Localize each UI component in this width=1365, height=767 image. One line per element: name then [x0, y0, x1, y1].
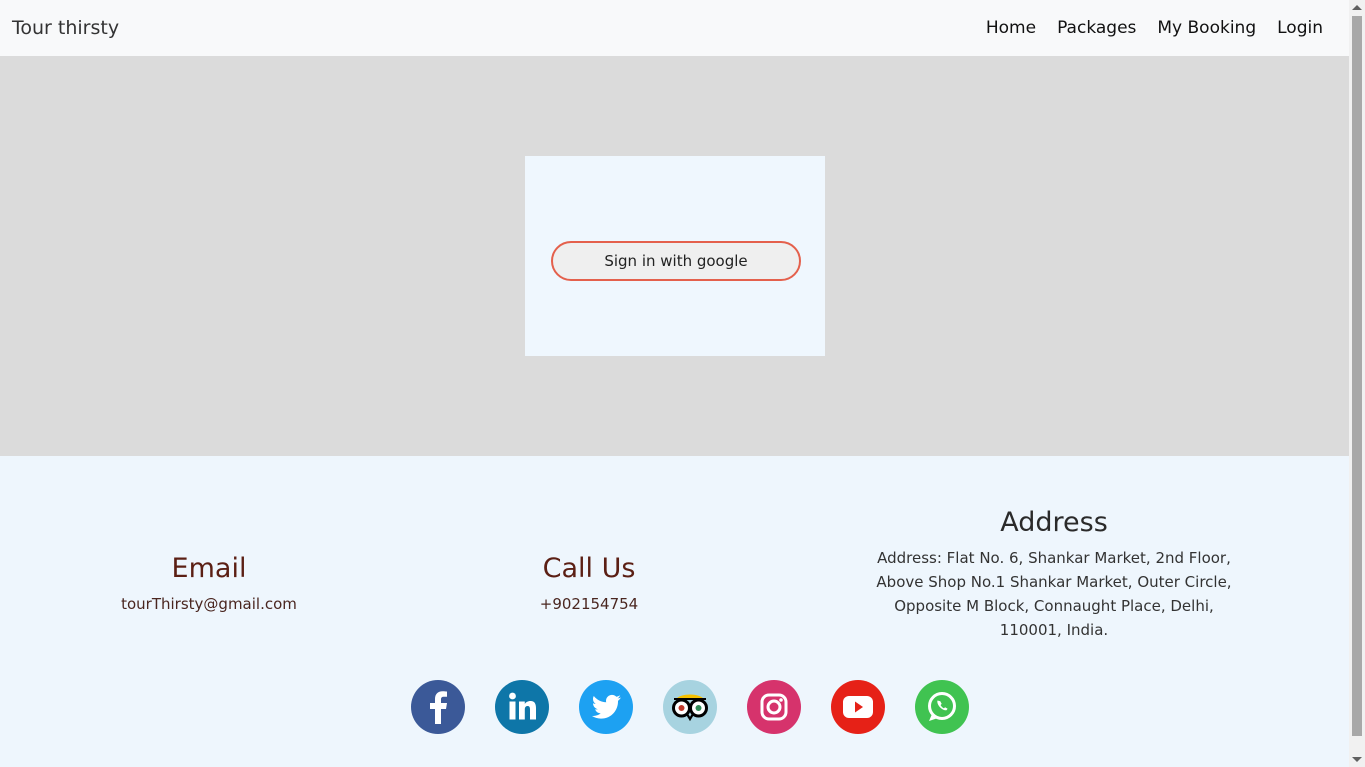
footer: Email tourThirsty@gmail.com Call Us +902…: [0, 456, 1349, 767]
call-heading: Call Us: [542, 553, 636, 584]
address-column: Address Address: Flat No. 6, Shankar Mar…: [849, 507, 1259, 642]
scroll-thumb[interactable]: [1352, 16, 1362, 736]
nav-link-login[interactable]: Login: [1277, 18, 1323, 38]
login-section: Sign in with google: [0, 56, 1349, 456]
scroll-down-arrow-icon[interactable]: [1352, 757, 1362, 762]
email-heading: Email: [171, 553, 247, 584]
facebook-icon[interactable]: [411, 680, 465, 734]
email-column: Email tourThirsty@gmail.com: [59, 553, 359, 616]
twitter-icon[interactable]: [579, 680, 633, 734]
youtube-icon[interactable]: [831, 680, 885, 734]
social-links: [411, 680, 999, 734]
address-line: Opposite M Block, Connaught Place, Delhi…: [894, 597, 1214, 615]
address-line: Above Shop No.1 Shankar Market, Outer Ci…: [876, 573, 1232, 591]
call-column: Call Us +902154754: [439, 553, 739, 616]
nav-links: Home Packages My Booking Login: [965, 18, 1323, 38]
nav-link-packages[interactable]: Packages: [1057, 18, 1136, 38]
whatsapp-icon[interactable]: [915, 680, 969, 734]
phone-value: +902154754: [539, 595, 639, 613]
email-value: tourThirsty@gmail.com: [121, 595, 297, 613]
scroll-up-arrow-icon[interactable]: [1352, 5, 1362, 10]
navbar: Tour thirsty Home Packages My Booking Lo…: [0, 0, 1349, 56]
instagram-icon[interactable]: [747, 680, 801, 734]
google-sign-in-button[interactable]: Sign in with google: [551, 241, 801, 281]
address-heading: Address: [1000, 507, 1108, 538]
nav-link-home[interactable]: Home: [986, 18, 1036, 38]
tripadvisor-icon[interactable]: [663, 680, 717, 734]
nav-link-my-booking[interactable]: My Booking: [1157, 18, 1256, 38]
login-card: Sign in with google: [525, 156, 825, 356]
linkedin-icon[interactable]: [495, 680, 549, 734]
address-line: 110001, India.: [999, 621, 1109, 639]
brand-logo[interactable]: Tour thirsty: [12, 17, 119, 39]
scrollbar[interactable]: [1349, 0, 1365, 767]
address-line: Address: Flat No. 6, Shankar Market, 2nd…: [877, 549, 1231, 567]
